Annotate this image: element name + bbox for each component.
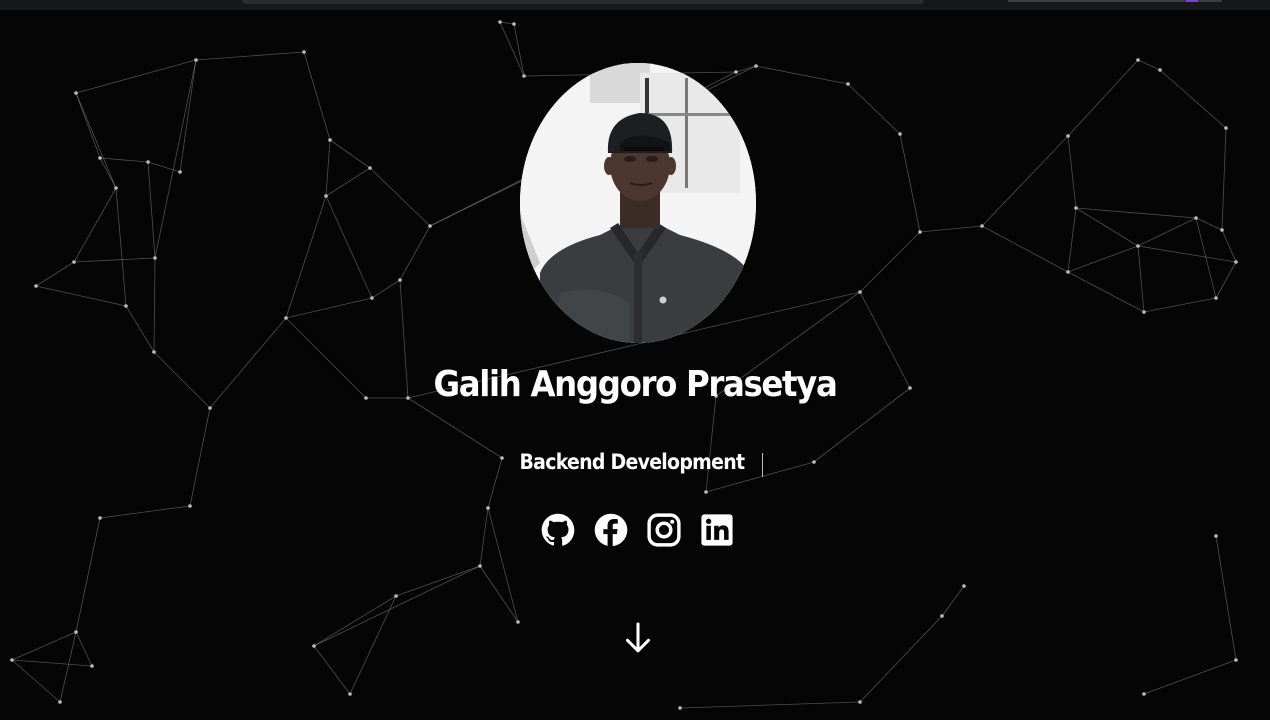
role-line: Backend Development: [0, 450, 1270, 477]
profile-photo-image: [520, 63, 756, 343]
facebook-icon: [594, 513, 628, 547]
linkedin-icon: [701, 514, 733, 546]
arrow-down-icon: [625, 622, 651, 653]
github-link[interactable]: [540, 510, 576, 550]
scroll-down-button[interactable]: [622, 620, 654, 656]
social-links: [540, 510, 740, 550]
facebook-link[interactable]: [593, 510, 629, 550]
profile-name: Galih Anggoro Prasetya: [433, 364, 838, 405]
hero-section: Galih Anggoro Prasetya Backend Developme…: [0, 0, 1270, 720]
profile-photo: [520, 63, 756, 343]
role-text: Backend Development: [519, 450, 744, 474]
github-icon: [541, 513, 575, 546]
instagram-icon: [647, 513, 681, 547]
instagram-link[interactable]: [646, 510, 682, 550]
typing-cursor: [762, 452, 764, 477]
linkedin-link[interactable]: [699, 510, 735, 550]
